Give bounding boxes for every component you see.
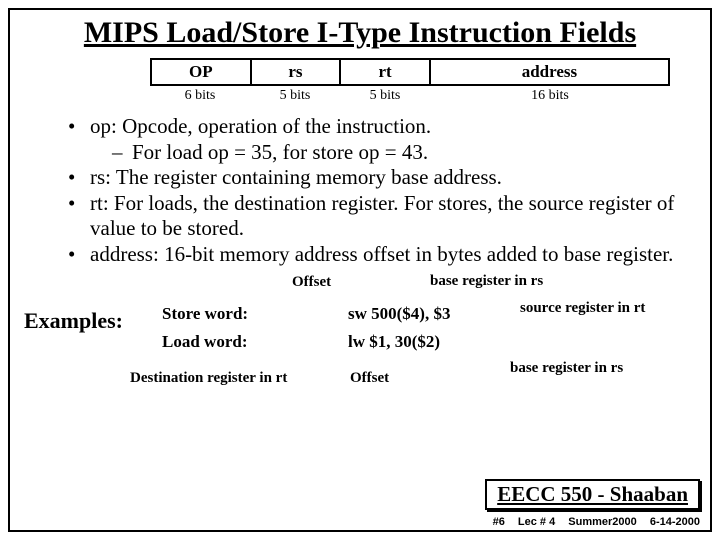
bullet-rt: rt: For loads, the destination register.… [90, 191, 690, 242]
annot-dest-rt: Destination register in rt [130, 370, 287, 387]
examples-label: Examples: [24, 308, 123, 334]
term: Summer2000 [568, 516, 637, 528]
annot-offset-bottom: Offset [350, 370, 389, 387]
bullet-op-sub: For load op = 35, for store op = 43. [132, 140, 428, 164]
load-word-code: lw $1, 30($2) [348, 332, 440, 352]
bullet-dot: • [68, 165, 90, 191]
lecture-number: Lec # 4 [518, 516, 555, 528]
bullet-dot: • [68, 242, 90, 268]
bit-width-row: 6 bits 5 bits 5 bits 16 bits [150, 88, 670, 104]
bullet-address: address: 16-bit memory address offset in… [90, 242, 690, 268]
slide-meta: #6 Lec # 4 Summer2000 6-14-2000 [483, 516, 700, 528]
page-title: MIPS Load/Store I-Type Instruction Field… [10, 10, 710, 58]
annot-base-rs-bottom: base register in rs [510, 360, 623, 377]
bits-rs: 5 bits [250, 88, 340, 104]
bullet-dot: • [68, 191, 90, 242]
annot-source-rt: source register in rt [520, 300, 645, 317]
slide-number: #6 [493, 516, 505, 528]
field-address: address [430, 59, 669, 85]
bits-op: 6 bits [150, 88, 250, 104]
course-footer-box: EECC 550 - Shaaban [485, 479, 700, 510]
bullet-op: op: Opcode, operation of the instruction… [90, 114, 431, 138]
examples-area: Offset base register in rs Examples: Sto… [10, 274, 710, 404]
load-word-label: Load word: [162, 332, 247, 352]
field-rt: rt [340, 59, 430, 85]
annot-offset-top: Offset [292, 274, 331, 291]
field-op: OP [151, 59, 251, 85]
bits-address: 16 bits [430, 88, 670, 104]
bits-rt: 5 bits [340, 88, 430, 104]
annot-base-rs-top: base register in rs [430, 273, 543, 290]
bullet-rs: rs: The register containing memory base … [90, 165, 690, 191]
bullet-list: • op: Opcode, operation of the instructi… [68, 114, 690, 268]
store-word-label: Store word: [162, 304, 248, 324]
instruction-field-table: OP rs rt address [150, 58, 670, 86]
bullet-dot: • [68, 114, 90, 165]
store-word-code: sw 500($4), $3 [348, 304, 450, 324]
field-rs: rs [251, 59, 341, 85]
date: 6-14-2000 [650, 516, 700, 528]
